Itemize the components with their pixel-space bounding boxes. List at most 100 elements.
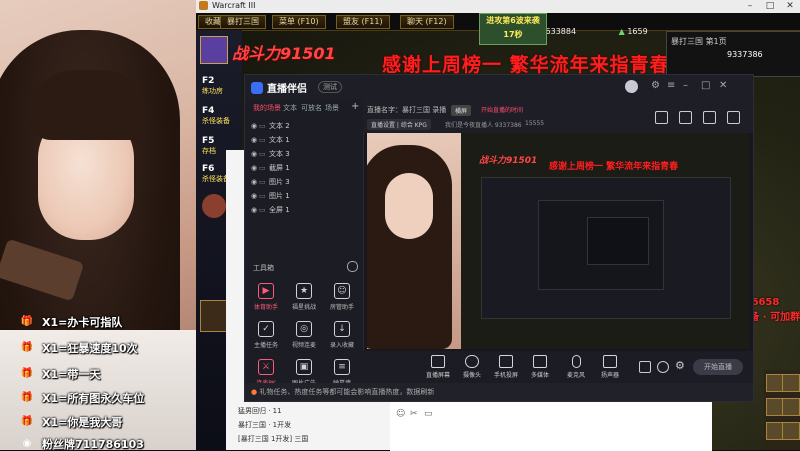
hotkey-f5[interactable]: F5 存档 — [202, 136, 216, 156]
danmu-message: X1=带一天 — [42, 368, 101, 381]
bell-icon[interactable] — [727, 111, 740, 124]
lock-icon: ▭ — [259, 136, 266, 144]
gold-counter: ● 633884 ▲ 1659 — [536, 27, 648, 36]
emoji-icon[interactable]: ☺ — [396, 409, 405, 419]
close-icon[interactable]: ✕ — [780, 0, 800, 13]
chat-row[interactable]: 暴打三国 · 1开发 — [238, 420, 291, 430]
menu-icon[interactable]: ≡ — [667, 80, 675, 91]
avatar[interactable] — [625, 80, 638, 93]
speaker-button[interactable]: 扬声器 — [593, 355, 627, 379]
skill-icon[interactable] — [202, 194, 226, 218]
download-icon: ↓ — [334, 321, 350, 337]
chat-row[interactable]: [暴打三国 1开发] 三国 — [238, 434, 308, 444]
phone-icon — [499, 355, 513, 368]
team-panel: 暴打三国 第1页 9337386 — [666, 31, 800, 77]
tab-scenes[interactable]: 场景 — [325, 103, 339, 113]
layer-item[interactable]: ◉ ▭ 文本 3 — [251, 147, 357, 161]
app-version-badge[interactable]: 测试 — [318, 81, 342, 93]
close-icon[interactable]: ✕ — [719, 80, 727, 91]
add-icon[interactable]: + — [351, 101, 359, 112]
tab-my-scenes[interactable]: 我的场景 — [253, 103, 281, 113]
webcam-panel: 🎁 X1=办卡可指队 🎁 X1=狂暴速度10次 🎁 X1=带一天 🎁 X1=所有… — [0, 0, 196, 450]
monitor-icon — [431, 355, 445, 368]
maximize-icon[interactable]: □ — [701, 80, 710, 91]
maximize-icon[interactable]: □ — [760, 0, 780, 13]
hero-portrait[interactable] — [200, 36, 228, 64]
tool-button[interactable]: ▶ 体育助手 — [249, 283, 283, 317]
tool-button[interactable]: ↓ 录入收藏 — [325, 321, 359, 355]
gear-icon[interactable]: ⚙ — [651, 80, 660, 91]
menu-map[interactable]: 暴打三国 — [220, 15, 266, 29]
chat-button[interactable]: 聊天 (F12) — [400, 15, 454, 29]
hotkey-f4[interactable]: F4 杀怪装备 — [202, 106, 230, 126]
gift-icon: 🎁 — [20, 392, 34, 403]
lock-icon: ▭ — [259, 178, 266, 186]
screen-capture-button[interactable]: 直播屏幕 — [421, 355, 455, 379]
preview-game: 战斗力91501 感谢上周榜一 繁华流年来指青春 — [461, 133, 749, 349]
source-toolbar: 直播屏幕 摄像头 手机投屏 多媒体 麦克风 扬声器 ⚙ 开始直播 — [363, 351, 753, 383]
allies-button[interactable]: 盟友 (F11) — [336, 15, 390, 29]
menu-button[interactable]: 菜单 (F10) — [272, 15, 326, 29]
notice-bar: ● 礼物任务、热度任务等都可能会影响直播热度，数据刷新 — [245, 383, 753, 401]
record-video-icon[interactable] — [639, 361, 651, 373]
more-icon[interactable] — [347, 261, 358, 272]
eye-icon: ◉ — [251, 122, 258, 130]
stream-status: 开始直播的时间 — [481, 107, 524, 114]
stream-settings-chip[interactable]: 直播设置 | 综合 KPG — [367, 119, 431, 130]
camera-button[interactable]: 摄像头 — [455, 355, 489, 379]
tool-button[interactable]: ◎ 视频连麦 — [287, 321, 321, 355]
layer-item[interactable]: ◉ ▭ 文本 2 — [251, 119, 357, 133]
lock-icon: ▭ — [259, 192, 266, 200]
stream-title: 直播名字：暴打三国 录播 — [367, 106, 447, 114]
inventory-slot[interactable] — [782, 422, 800, 440]
layer-item[interactable]: ◉ ▭ 图片 1 — [251, 189, 357, 203]
orientation-button[interactable]: 横屏 — [451, 105, 472, 116]
stream-id: 我们是今夜直播人 9337386 — [445, 122, 522, 129]
window-title: Warcraft III — [212, 1, 256, 10]
eye-icon: ◉ — [251, 192, 258, 200]
app-titlebar: 直播伴侣 测试 ⚙ ≡ – □ ✕ — [245, 75, 753, 99]
gear-icon[interactable]: ⚙ — [675, 359, 685, 372]
lumber-counter: 1659 — [627, 27, 648, 36]
tool-button[interactable]: ☺ 房管助手 — [325, 283, 359, 317]
lock-icon: ▭ — [259, 164, 266, 172]
inventory-slot[interactable] — [782, 374, 800, 392]
video-icon: ◎ — [296, 321, 312, 337]
streaming-app-window: 直播伴侣 测试 ⚙ ≡ – □ ✕ 我的场景 文本 可放名 场景 + ◉ ▭ 文本 … — [244, 74, 754, 402]
app-logo-icon — [251, 82, 263, 94]
layer-item[interactable]: ◉ ▭ 文本 1 — [251, 133, 357, 147]
preview-nested-app-3 — [587, 217, 649, 265]
tab-sources[interactable]: 可放名 — [301, 103, 322, 113]
layer-item[interactable]: ◉ ▭ 截屏 1 — [251, 161, 357, 175]
settings-icon[interactable] — [679, 111, 692, 124]
tool-button[interactable]: ★ 福星挑战 — [287, 283, 321, 317]
tab-text[interactable]: 文本 — [283, 103, 297, 113]
layer-item[interactable]: ◉ ▭ 全屏 1 — [251, 203, 357, 217]
minimize-icon[interactable]: – — [740, 0, 760, 13]
gift-icon: 🎁 — [20, 316, 34, 327]
scissors-icon[interactable]: ✂ — [410, 409, 418, 419]
phone-cast-button[interactable]: 手机投屏 — [489, 355, 523, 379]
media-button[interactable]: 多媒体 — [523, 355, 557, 379]
layer-item[interactable]: ◉ ▭ 图片 3 — [251, 175, 357, 189]
stream-preview[interactable]: 战斗力91501 感谢上周榜一 繁华流年来指青春 — [367, 133, 749, 349]
camera-icon — [465, 355, 479, 368]
chat-row[interactable]: 猛男回归 · 11 — [238, 406, 282, 416]
user-icon: ☺ — [334, 283, 350, 299]
chat-input-area[interactable]: ☺ ✂ ▭ — [390, 400, 712, 451]
folder-icon[interactable]: ▭ — [424, 409, 433, 419]
danmu-message: X1=你是我大哥 — [42, 416, 123, 429]
target-icon[interactable] — [657, 361, 669, 373]
tool-button[interactable]: ✓ 主播任务 — [249, 321, 283, 355]
minimize-icon[interactable]: – — [683, 80, 688, 91]
microphone-button[interactable]: 麦克风 — [559, 355, 593, 379]
hotkey-f2[interactable]: F2 练功房 — [202, 76, 223, 96]
go-live-button[interactable]: 开始直播 — [693, 359, 743, 375]
preview-nested-app — [481, 177, 731, 319]
layout-icon[interactable] — [655, 111, 668, 124]
stream-info-header: 直播名字：暴打三国 录播 横屏 开始直播的时间 直播设置 | 综合 KPG 我们… — [363, 99, 753, 133]
preview-webcam — [367, 133, 461, 349]
record-icon[interactable] — [703, 111, 716, 124]
notice-text: 礼物任务、热度任务等都可能会影响直播热度，数据刷新 — [259, 388, 435, 396]
inventory-slot[interactable] — [782, 398, 800, 416]
